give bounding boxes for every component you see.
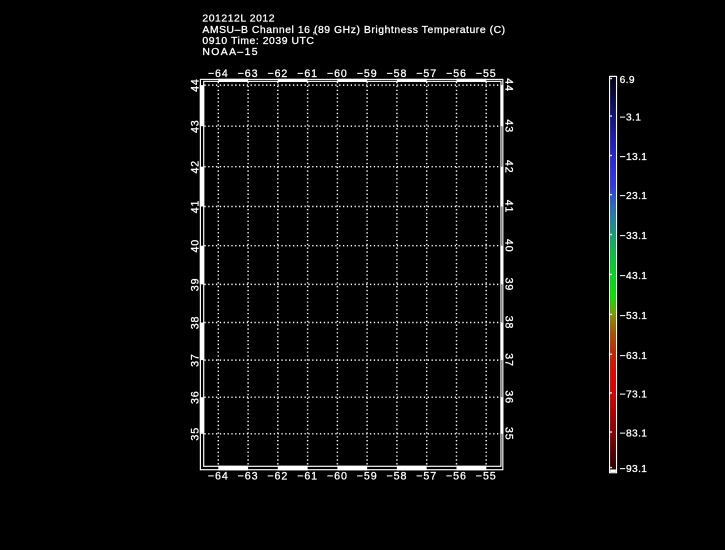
svg-text:−64: −64 xyxy=(208,68,229,80)
svg-text:−55: −55 xyxy=(476,470,497,482)
svg-text:38: 38 xyxy=(503,316,515,330)
svg-text:44: 44 xyxy=(189,78,201,92)
svg-text:−58: −58 xyxy=(386,470,407,482)
svg-text:−61: −61 xyxy=(297,470,318,482)
svg-text:’: ’ xyxy=(313,31,316,42)
svg-text:−83.1: −83.1 xyxy=(620,429,648,440)
svg-text:−43.1: −43.1 xyxy=(620,271,648,282)
svg-text:−55: −55 xyxy=(476,68,497,80)
svg-text:−33.1: −33.1 xyxy=(620,231,648,242)
svg-text:−57: −57 xyxy=(416,470,437,482)
svg-text:−23.1: −23.1 xyxy=(620,191,648,202)
svg-text:−57: −57 xyxy=(416,68,437,80)
svg-text:35: 35 xyxy=(189,427,201,441)
svg-text:−73.1: −73.1 xyxy=(620,390,648,401)
svg-text:−60: −60 xyxy=(327,470,348,482)
svg-text:38: 38 xyxy=(189,316,201,330)
svg-text:−64: −64 xyxy=(208,470,229,482)
svg-text:6.9: 6.9 xyxy=(620,75,635,86)
svg-text:42: 42 xyxy=(189,160,201,174)
svg-text:−58: −58 xyxy=(387,68,408,80)
svg-text:−59: −59 xyxy=(357,68,378,80)
svg-text:0910 Time: 2039 UTC: 0910 Time: 2039 UTC xyxy=(202,36,314,47)
svg-text:−63: −63 xyxy=(238,68,259,80)
svg-text:−3.1: −3.1 xyxy=(620,113,642,124)
svg-text:−59: −59 xyxy=(357,470,378,482)
svg-text:NOAA–15: NOAA–15 xyxy=(202,47,259,58)
svg-text:37: 37 xyxy=(503,353,515,367)
svg-text:39: 39 xyxy=(189,278,201,292)
svg-text:35: 35 xyxy=(503,427,515,441)
svg-text:40: 40 xyxy=(503,239,515,253)
svg-text:37: 37 xyxy=(189,353,201,367)
svg-text:36: 36 xyxy=(189,390,201,404)
svg-text:−56: −56 xyxy=(446,470,467,482)
svg-text:36: 36 xyxy=(503,390,515,404)
svg-text:39: 39 xyxy=(503,278,515,292)
svg-text:42: 42 xyxy=(503,160,515,174)
svg-text:−62: −62 xyxy=(268,68,289,80)
svg-text:−62: −62 xyxy=(267,470,288,482)
svg-text:201212L 2012: 201212L 2012 xyxy=(202,14,275,25)
svg-text:−56: −56 xyxy=(446,68,467,80)
svg-text:−63.1: −63.1 xyxy=(620,351,648,362)
svg-text:−63: −63 xyxy=(238,470,259,482)
svg-text:41: 41 xyxy=(189,200,201,214)
svg-text:−13.1: −13.1 xyxy=(620,152,648,163)
svg-text:40: 40 xyxy=(189,239,201,253)
svg-text:−53.1: −53.1 xyxy=(620,311,648,322)
svg-text:−93.1: −93.1 xyxy=(620,464,648,475)
svg-text:43: 43 xyxy=(189,119,201,133)
svg-text:−60: −60 xyxy=(327,68,348,80)
svg-text:43: 43 xyxy=(503,119,515,133)
svg-text:−61: −61 xyxy=(297,68,318,80)
svg-text:41: 41 xyxy=(503,200,515,214)
svg-text:44: 44 xyxy=(503,78,515,92)
svg-text:AMSU–B Channel 16 (89 GHz) Bri: AMSU–B Channel 16 (89 GHz) Brightness Te… xyxy=(202,25,505,36)
